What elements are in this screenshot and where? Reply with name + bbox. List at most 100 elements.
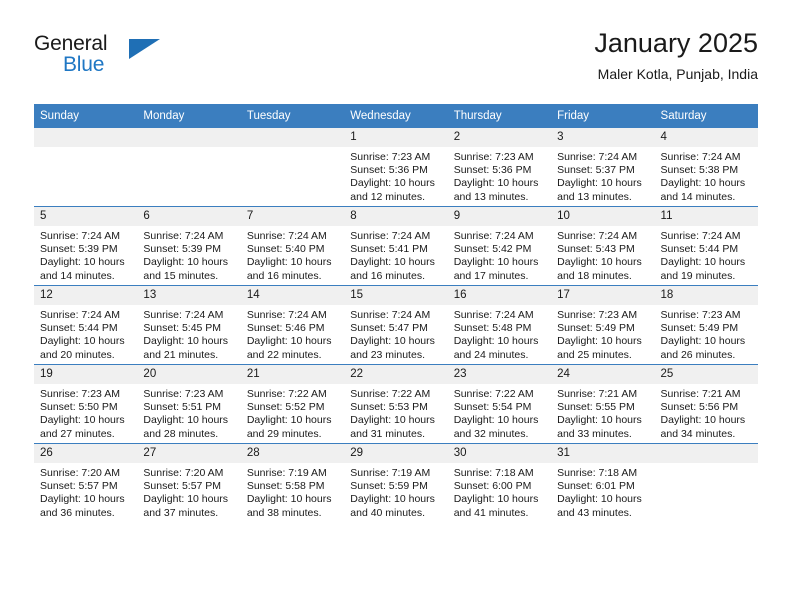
day-number: 15 <box>344 286 448 305</box>
calendar-day-cell-empty <box>654 443 758 522</box>
sunrise-text: Sunrise: 7:24 AM <box>143 230 224 242</box>
daylight-text: Daylight: 10 hours and 34 minutes. <box>660 414 746 440</box>
daylight-text: Daylight: 10 hours and 17 minutes. <box>453 256 539 282</box>
day-details: Sunrise: 7:22 AM Sunset: 5:52 PM Daylight:… <box>241 384 344 441</box>
calendar-day-cell[interactable]: 25 Sunrise: 7:21 AM Sunset: 5:56 PM Dayligh… <box>654 364 758 444</box>
sunset-text: Sunset: 5:37 PM <box>557 164 635 177</box>
calendar-day-cell[interactable]: 15 Sunrise: 7:24 AM Sunset: 5:47 PM Dayligh… <box>344 285 448 365</box>
day-details: Sunrise: 7:24 AM Sunset: 5:38 PM Daylight:… <box>655 147 758 204</box>
day-details: Sunrise: 7:24 AM Sunset: 5:42 PM Daylight:… <box>448 226 551 283</box>
sunset-text: Sunset: 6:00 PM <box>453 480 532 493</box>
day-number <box>240 128 345 147</box>
calendar-day-cell[interactable]: 8 Sunrise: 7:24 AM Sunset: 5:41 PM Daylight… <box>344 206 448 286</box>
sunset-text: Sunset: 5:53 PM <box>350 401 428 414</box>
day-details: Sunrise: 7:23 AM Sunset: 5:51 PM Daylight:… <box>137 384 240 441</box>
day-number: 23 <box>447 365 552 384</box>
sunrise-text: Sunrise: 7:18 AM <box>557 467 638 479</box>
sunset-text: Sunset: 5:52 PM <box>246 401 325 414</box>
sunset-text: Sunset: 5:49 PM <box>660 322 739 335</box>
day-details: Sunrise: 7:24 AM Sunset: 5:41 PM Daylight:… <box>344 226 447 283</box>
day-number: 16 <box>447 286 552 305</box>
calendar-day-cell[interactable]: 23 Sunrise: 7:22 AM Sunset: 5:54 PM Dayligh… <box>447 364 552 444</box>
daylight-text: Daylight: 10 hours and 23 minutes. <box>350 335 435 361</box>
sunrise-text: Sunrise: 7:24 AM <box>557 230 638 242</box>
calendar-day-cell[interactable]: 1 Sunrise: 7:23 AM Sunset: 5:36 PM Daylight… <box>344 127 448 207</box>
calendar-day-cell[interactable]: 16 Sunrise: 7:24 AM Sunset: 5:48 PM Dayligh… <box>447 285 552 365</box>
calendar-day-cell[interactable]: 14 Sunrise: 7:24 AM Sunset: 5:46 PM Dayligh… <box>240 285 345 365</box>
day-number: 11 <box>654 207 758 226</box>
calendar-day-cell[interactable]: 18 Sunrise: 7:23 AM Sunset: 5:49 PM Dayligh… <box>654 285 758 365</box>
calendar-day-cell[interactable]: 10 Sunrise: 7:24 AM Sunset: 5:43 PM Dayligh… <box>551 206 655 286</box>
calendar-day-cell[interactable]: 22 Sunrise: 7:22 AM Sunset: 5:53 PM Dayligh… <box>344 364 448 444</box>
sunset-text: Sunset: 5:48 PM <box>453 322 532 335</box>
daylight-text: Daylight: 10 hours and 20 minutes. <box>40 335 125 361</box>
day-details: Sunrise: 7:23 AM Sunset: 5:36 PM Daylight:… <box>344 147 447 204</box>
day-number: 6 <box>137 207 241 226</box>
sunrise-text: Sunrise: 7:22 AM <box>453 388 534 400</box>
sunrise-text: Sunrise: 7:23 AM <box>453 151 534 163</box>
weekday-header-wednesday: Wednesday <box>344 104 448 128</box>
weekday-header-tuesday: Tuesday <box>240 104 345 128</box>
calendar-day-cell[interactable]: 6 Sunrise: 7:24 AM Sunset: 5:39 PM Daylight… <box>137 206 241 286</box>
sunset-text: Sunset: 5:46 PM <box>246 322 325 335</box>
calendar-day-cell[interactable]: 13 Sunrise: 7:24 AM Sunset: 5:45 PM Dayligh… <box>137 285 241 365</box>
daylight-text: Daylight: 10 hours and 16 minutes. <box>350 256 435 282</box>
calendar-day-cell[interactable]: 7 Sunrise: 7:24 AM Sunset: 5:40 PM Daylight… <box>240 206 345 286</box>
calendar-day-cell[interactable]: 17 Sunrise: 7:23 AM Sunset: 5:49 PM Dayligh… <box>551 285 655 365</box>
day-details: Sunrise: 7:18 AM Sunset: 6:00 PM Daylight:… <box>448 463 551 520</box>
sunrise-text: Sunrise: 7:24 AM <box>557 151 638 163</box>
day-details: Sunrise: 7:23 AM Sunset: 5:49 PM Daylight:… <box>655 305 758 362</box>
calendar-day-cell[interactable]: 3 Sunrise: 7:24 AM Sunset: 5:37 PM Daylight… <box>551 127 655 207</box>
calendar-day-cell[interactable]: 29 Sunrise: 7:19 AM Sunset: 5:59 PM Dayligh… <box>344 443 448 522</box>
sunrise-text: Sunrise: 7:21 AM <box>557 388 638 400</box>
day-details: Sunrise: 7:18 AM Sunset: 6:01 PM Daylight:… <box>551 463 654 520</box>
sunset-text: Sunset: 5:39 PM <box>40 243 118 256</box>
calendar-day-cell[interactable]: 4 Sunrise: 7:24 AM Sunset: 5:38 PM Daylight… <box>654 127 758 207</box>
calendar-day-cell[interactable]: 28 Sunrise: 7:19 AM Sunset: 5:58 PM Dayligh… <box>240 443 345 522</box>
calendar-day-cell[interactable]: 26 Sunrise: 7:20 AM Sunset: 5:57 PM Dayligh… <box>34 443 138 522</box>
day-number: 12 <box>34 286 138 305</box>
sunset-text: Sunset: 5:42 PM <box>453 243 532 256</box>
calendar-day-cell[interactable]: 31 Sunrise: 7:18 AM Sunset: 6:01 PM Dayligh… <box>551 443 655 522</box>
calendar-week-row: 26 Sunrise: 7:20 AM Sunset: 5:57 PM Dayligh… <box>34 443 758 522</box>
day-number: 24 <box>551 365 655 384</box>
calendar-day-cell[interactable]: 20 Sunrise: 7:23 AM Sunset: 5:51 PM Dayligh… <box>137 364 241 444</box>
daylight-text: Daylight: 10 hours and 43 minutes. <box>557 493 642 519</box>
calendar-day-cell[interactable]: 30 Sunrise: 7:18 AM Sunset: 6:00 PM Dayligh… <box>447 443 552 522</box>
sunset-text: Sunset: 5:36 PM <box>350 164 428 177</box>
day-details: Sunrise: 7:23 AM Sunset: 5:50 PM Daylight:… <box>34 384 137 441</box>
sunrise-text: Sunrise: 7:24 AM <box>453 309 534 321</box>
day-number: 10 <box>551 207 655 226</box>
calendar-day-cell[interactable]: 21 Sunrise: 7:22 AM Sunset: 5:52 PM Dayligh… <box>240 364 345 444</box>
day-number: 2 <box>447 128 552 147</box>
sunset-text: Sunset: 5:36 PM <box>453 164 532 177</box>
sunrise-text: Sunrise: 7:20 AM <box>143 467 224 479</box>
daylight-text: Daylight: 10 hours and 32 minutes. <box>453 414 539 440</box>
day-details: Sunrise: 7:20 AM Sunset: 5:57 PM Daylight:… <box>137 463 240 520</box>
daylight-text: Daylight: 10 hours and 38 minutes. <box>246 493 332 519</box>
day-details: Sunrise: 7:21 AM Sunset: 5:55 PM Daylight:… <box>551 384 654 441</box>
sunrise-text: Sunrise: 7:24 AM <box>143 309 224 321</box>
day-details: Sunrise: 7:21 AM Sunset: 5:56 PM Daylight:… <box>655 384 758 441</box>
day-number: 25 <box>654 365 758 384</box>
calendar-week-row: 12 Sunrise: 7:24 AM Sunset: 5:44 PM Dayligh… <box>34 285 758 365</box>
calendar-day-cell[interactable]: 5 Sunrise: 7:24 AM Sunset: 5:39 PM Daylight… <box>34 206 138 286</box>
day-number: 20 <box>137 365 241 384</box>
calendar-day-cell[interactable]: 19 Sunrise: 7:23 AM Sunset: 5:50 PM Dayligh… <box>34 364 138 444</box>
day-details: Sunrise: 7:20 AM Sunset: 5:57 PM Daylight:… <box>34 463 137 520</box>
calendar-day-cell[interactable]: 27 Sunrise: 7:20 AM Sunset: 5:57 PM Dayligh… <box>137 443 241 522</box>
daylight-text: Daylight: 10 hours and 13 minutes. <box>453 177 539 203</box>
sunset-text: Sunset: 5:38 PM <box>660 164 739 177</box>
calendar-day-cell[interactable]: 24 Sunrise: 7:21 AM Sunset: 5:55 PM Dayligh… <box>551 364 655 444</box>
daylight-text: Daylight: 10 hours and 24 minutes. <box>453 335 539 361</box>
calendar-day-cell[interactable]: 9 Sunrise: 7:24 AM Sunset: 5:42 PM Daylight… <box>447 206 552 286</box>
calendar-day-cell[interactable]: 2 Sunrise: 7:23 AM Sunset: 5:36 PM Daylight… <box>447 127 552 207</box>
calendar-day-cell[interactable]: 12 Sunrise: 7:24 AM Sunset: 5:44 PM Dayligh… <box>34 285 138 365</box>
day-details: Sunrise: 7:24 AM Sunset: 5:46 PM Daylight:… <box>241 305 344 362</box>
day-number: 8 <box>344 207 448 226</box>
sunrise-text: Sunrise: 7:24 AM <box>40 230 120 242</box>
sunrise-text: Sunrise: 7:23 AM <box>143 388 224 400</box>
calendar-day-cell[interactable]: 11 Sunrise: 7:24 AM Sunset: 5:44 PM Dayligh… <box>654 206 758 286</box>
day-number: 7 <box>240 207 345 226</box>
weekday-header-saturday: Saturday <box>654 104 758 128</box>
